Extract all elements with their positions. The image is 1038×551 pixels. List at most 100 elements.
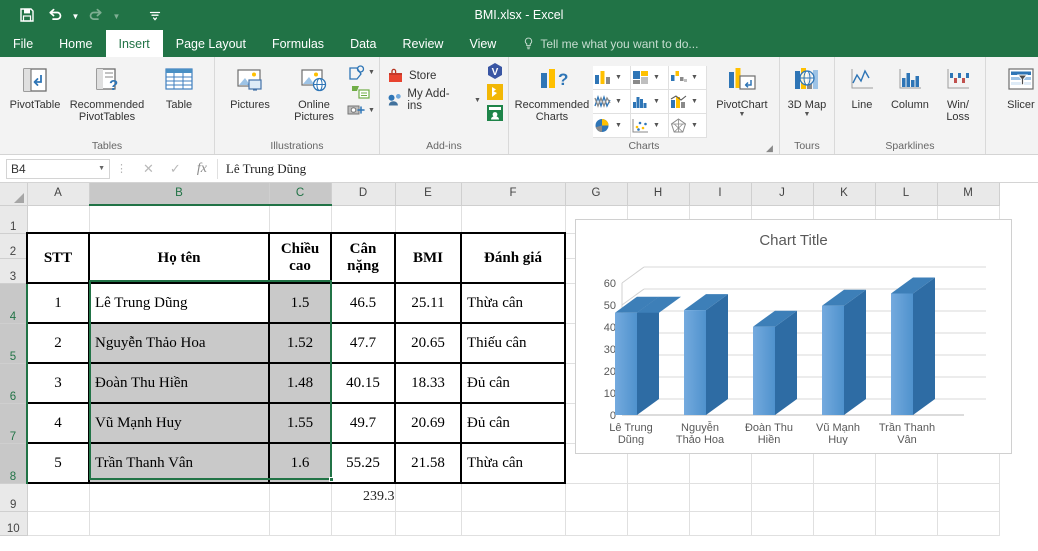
name-box-dropdown-icon[interactable]: ▼ [98, 165, 105, 172]
row-header-10[interactable]: 10 [0, 511, 28, 536]
cell-k10[interactable] [813, 511, 876, 536]
cell-i10[interactable] [689, 511, 752, 536]
column-header-b[interactable]: B [89, 183, 270, 206]
my-addins-dropdown-icon[interactable]: ▼ [474, 97, 481, 104]
pivotchart-dropdown-icon[interactable]: ▼ [738, 111, 745, 118]
tab-review[interactable]: Review [389, 30, 456, 57]
cell-d1[interactable] [331, 205, 396, 234]
row-header-6[interactable]: 6 [0, 363, 28, 404]
cell-a10[interactable] [27, 511, 90, 536]
column-chart-dropdown-icon[interactable]: ▼ [615, 74, 622, 81]
waterfall-chart-button[interactable]: ▼ [668, 66, 707, 90]
table-button[interactable]: Table [148, 60, 210, 111]
table-header-stt[interactable]: STT [26, 232, 90, 284]
column-header-h[interactable]: H [627, 183, 690, 206]
save-icon[interactable] [14, 4, 40, 26]
cell-k9[interactable] [813, 483, 876, 512]
cell-d8[interactable]: 55.25 [330, 442, 396, 484]
column-header-k[interactable]: K [813, 183, 876, 206]
people-graph-icon[interactable] [486, 104, 504, 122]
cell-l10[interactable] [875, 511, 938, 536]
table-header-bmi[interactable]: BMI [394, 232, 462, 284]
pie-chart-button[interactable]: ▼ [592, 114, 631, 138]
cell-i9[interactable] [689, 483, 752, 512]
tab-formulas[interactable]: Formulas [259, 30, 337, 57]
undo-icon[interactable] [42, 4, 68, 26]
undo-dropdown-icon[interactable]: ▼ [70, 4, 81, 26]
cell-c9[interactable] [269, 483, 332, 512]
formula-input[interactable]: Lê Trung Dũng [216, 158, 1038, 179]
cell-c4[interactable]: 1.5 [268, 282, 332, 324]
cell-c6[interactable]: 1.48 [268, 362, 332, 404]
column-header-j[interactable]: J [751, 183, 814, 206]
cell-c1[interactable] [269, 205, 332, 234]
scatter-chart-dropdown-icon[interactable]: ▼ [653, 122, 660, 129]
chart-title[interactable]: Chart Title [576, 220, 1011, 249]
pie-chart-dropdown-icon[interactable]: ▼ [615, 122, 622, 129]
tab-page-layout[interactable]: Page Layout [163, 30, 259, 57]
cell-f8[interactable]: Thừa cân [460, 442, 566, 484]
cell-f10[interactable] [461, 511, 566, 536]
tab-insert[interactable]: Insert [105, 30, 163, 57]
radar-chart-button[interactable]: ▼ [668, 114, 707, 138]
cell-e9[interactable] [395, 483, 462, 512]
cell-e4[interactable]: 25.11 [394, 282, 462, 324]
combo-chart-dropdown-icon[interactable]: ▼ [691, 98, 698, 105]
cell-f9[interactable] [461, 483, 566, 512]
recommended-charts-button[interactable]: ? Recommended Charts [513, 60, 591, 123]
column-header-e[interactable]: E [395, 183, 462, 206]
radar-chart-dropdown-icon[interactable]: ▼ [691, 122, 698, 129]
column-header-i[interactable]: I [689, 183, 752, 206]
pivottable-button[interactable]: PivotTable [4, 60, 66, 111]
shapes-button[interactable]: ▼ [347, 64, 375, 81]
recommended-pivottables-button[interactable]: ? Recommended PivotTables [68, 60, 146, 123]
combo-chart-button[interactable]: ▼ [668, 90, 707, 114]
tab-home[interactable]: Home [46, 30, 105, 57]
cell-g10[interactable] [565, 511, 628, 536]
cell-b5[interactable]: Nguyễn Thảo Hoa [88, 322, 270, 364]
customize-qat-icon[interactable] [142, 4, 168, 26]
column-chart-button[interactable]: ▼ [592, 66, 631, 90]
row-header-3[interactable]: 3 [0, 258, 28, 284]
statistic-chart-button[interactable]: ▼ [630, 90, 669, 114]
cell-e10[interactable] [395, 511, 462, 536]
sparkline-line-button[interactable]: Line [839, 60, 885, 111]
cell-c7[interactable]: 1.55 [268, 402, 332, 444]
line-chart-button[interactable]: ▼ [592, 90, 631, 114]
cell-d6[interactable]: 40.15 [330, 362, 396, 404]
cell-e6[interactable]: 18.33 [394, 362, 462, 404]
column-header-a[interactable]: A [27, 183, 90, 206]
column-header-g[interactable]: G [565, 183, 628, 206]
cell-c5[interactable]: 1.52 [268, 322, 332, 364]
column-header-f[interactable]: F [461, 183, 566, 206]
3d-map-dropdown-icon[interactable]: ▼ [803, 111, 810, 118]
redo-icon[interactable] [83, 4, 109, 26]
store-button[interactable]: Store [384, 65, 484, 87]
insert-function-icon[interactable]: fx [197, 161, 207, 177]
cell-f7[interactable]: Đủ cân [460, 402, 566, 444]
tab-view[interactable]: View [456, 30, 509, 57]
cell-d10[interactable] [331, 511, 396, 536]
statistic-chart-dropdown-icon[interactable]: ▼ [653, 98, 660, 105]
tell-me-box[interactable]: Tell me what you want to do... [523, 30, 698, 57]
screenshot-dropdown-icon[interactable]: ▼ [368, 107, 375, 114]
cell-b6[interactable]: Đoàn Thu Hiền [88, 362, 270, 404]
tab-data[interactable]: Data [337, 30, 389, 57]
cell-d9-total-weight[interactable]: 239.3 [331, 483, 396, 512]
cell-j9[interactable] [751, 483, 814, 512]
cell-a1[interactable] [27, 205, 90, 234]
enter-icon[interactable]: ✓ [170, 161, 181, 177]
row-header-8[interactable]: 8 [0, 443, 28, 484]
hierarchy-chart-button[interactable]: ▼ [630, 66, 669, 90]
3d-map-button[interactable]: 3D Map ▼ [784, 60, 830, 118]
cell-h9[interactable] [627, 483, 690, 512]
cell-b4[interactable]: Lê Trung Dũng [88, 282, 270, 324]
cell-m10[interactable] [937, 511, 1000, 536]
cell-d4[interactable]: 46.5 [330, 282, 396, 324]
smartart-button[interactable] [351, 83, 371, 100]
cell-a7[interactable]: 4 [26, 402, 90, 444]
row-header-4[interactable]: 4 [0, 283, 28, 324]
sparkline-winloss-button[interactable]: Win/ Loss [935, 60, 981, 123]
table-header-hoten[interactable]: Họ tên [88, 232, 270, 284]
cell-f1[interactable] [461, 205, 566, 234]
